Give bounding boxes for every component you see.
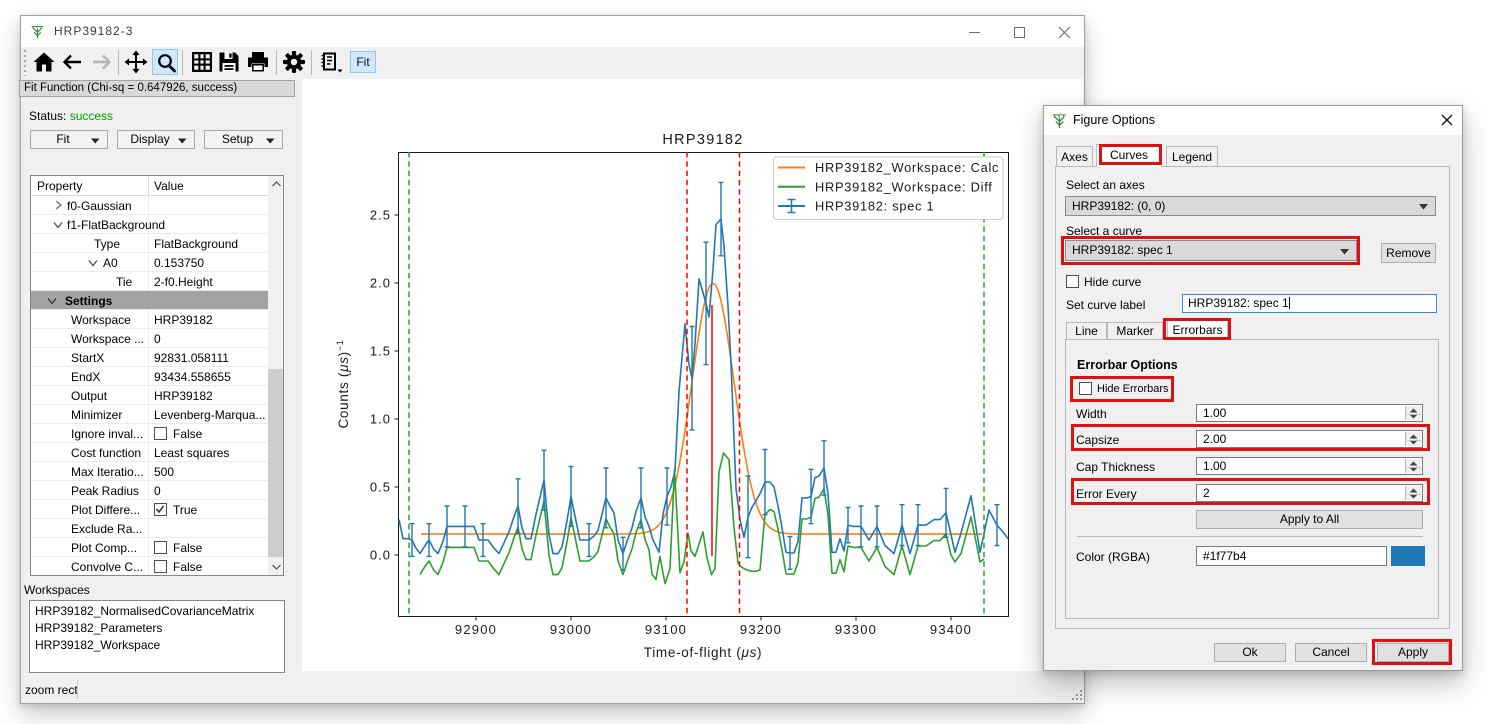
svg-text:93400: 93400 bbox=[930, 622, 972, 637]
svg-text:0.5: 0.5 bbox=[370, 480, 391, 495]
svg-text:93000: 93000 bbox=[550, 622, 592, 637]
svg-text:HRP39182: spec 1: HRP39182: spec 1 bbox=[815, 199, 934, 214]
svg-text:2.0: 2.0 bbox=[370, 276, 391, 291]
svg-text:Counts (μs)−1: Counts (μs)−1 bbox=[335, 339, 351, 428]
svg-text:1.5: 1.5 bbox=[370, 344, 391, 359]
svg-text:HRP39182_Workspace: Diff: HRP39182_Workspace: Diff bbox=[815, 179, 993, 194]
svg-text:HRP39182: HRP39182 bbox=[662, 132, 743, 148]
svg-text:2.5: 2.5 bbox=[370, 208, 391, 223]
svg-text:92900: 92900 bbox=[455, 622, 497, 637]
svg-text:1.0: 1.0 bbox=[370, 412, 391, 427]
svg-text:93300: 93300 bbox=[835, 622, 877, 637]
svg-text:0.0: 0.0 bbox=[370, 548, 391, 563]
svg-text:93200: 93200 bbox=[740, 622, 782, 637]
svg-text:93100: 93100 bbox=[645, 622, 687, 637]
svg-text:Time-of-flight (μs): Time-of-flight (μs) bbox=[644, 645, 762, 660]
svg-text:HRP39182_Workspace: Calc: HRP39182_Workspace: Calc bbox=[815, 160, 999, 175]
